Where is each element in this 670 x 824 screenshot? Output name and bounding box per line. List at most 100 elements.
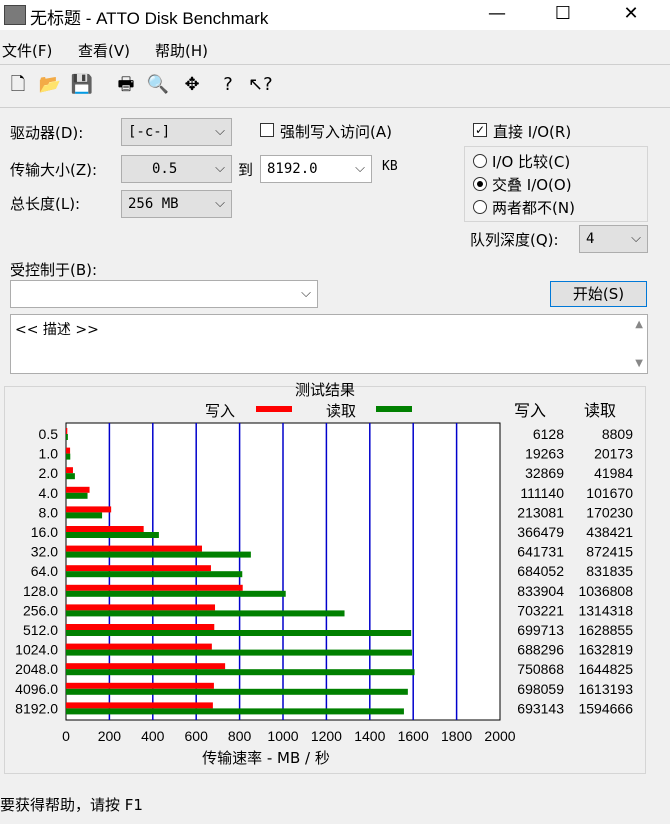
menu-view[interactable]: 查看(V) — [78, 40, 130, 61]
move-icon[interactable]: ✥ — [180, 72, 204, 98]
open-folder-icon[interactable]: 📂 — [38, 72, 62, 98]
print-preview-icon[interactable]: 🔍 — [146, 72, 170, 98]
bar-read — [66, 590, 286, 597]
transfer-to-select[interactable]: 8192.0 ⌵ — [260, 155, 372, 183]
maximize-button[interactable]: ☐ — [540, 0, 586, 30]
bar-read — [66, 473, 75, 480]
description-box[interactable]: << 描述 >> ▲ ▼ — [10, 314, 648, 374]
read-value: 20173 — [594, 446, 633, 462]
chevron-down-icon: ⌵ — [215, 124, 225, 139]
save-icon[interactable]: 💾 — [70, 72, 94, 98]
new-file-icon[interactable]: 🗋 — [6, 72, 30, 98]
controlled-by-select[interactable]: ⌵ — [10, 280, 318, 308]
x-tick-label: 200 — [98, 728, 122, 744]
bar-write — [66, 643, 212, 650]
y-tick-label: 4.0 — [39, 485, 59, 501]
x-tick-label: 800 — [228, 728, 252, 744]
drive-value: [-c-] — [128, 124, 171, 140]
legend-write-swatch — [256, 406, 292, 412]
minimize-button[interactable]: — — [474, 0, 520, 30]
queue-depth-select[interactable]: 4 ⌵ — [579, 225, 648, 253]
total-length-select[interactable]: 256 MB ⌵ — [121, 190, 232, 218]
x-tick-label: 600 — [185, 728, 209, 744]
y-tick-label: 32.0 — [31, 544, 58, 560]
close-button[interactable]: ✕ — [608, 0, 654, 30]
y-tick-label: 2.0 — [39, 465, 59, 481]
toolbar — [0, 64, 670, 108]
direct-io-checkbox[interactable]: ✓ — [473, 123, 487, 137]
chevron-down-icon: ⌵ — [215, 161, 225, 176]
queue-depth-value: 4 — [586, 231, 595, 247]
io-compare-radio[interactable] — [473, 154, 487, 168]
bar-write — [66, 604, 216, 611]
to-label: 到 — [238, 161, 254, 179]
read-value: 1594666 — [578, 700, 633, 716]
bar-read — [66, 492, 88, 499]
drive-select[interactable]: [-c-] ⌵ — [121, 118, 232, 146]
transfer-from-select[interactable]: 0.5 ⌵ — [121, 155, 232, 183]
y-tick-label: 16.0 — [31, 524, 58, 540]
x-tick-label: 1800 — [441, 728, 472, 744]
write-value: 703221 — [517, 602, 564, 618]
bar-read — [66, 630, 412, 636]
write-value: 688296 — [517, 642, 564, 658]
neither-label: 两者都不(N) — [492, 199, 575, 217]
read-value: 1632819 — [578, 642, 633, 658]
bar-read — [66, 512, 103, 519]
menu-file[interactable]: 文件(F) — [2, 40, 52, 61]
bar-read — [66, 649, 413, 656]
y-tick-label: 1.0 — [39, 446, 59, 462]
bar-write — [66, 565, 211, 572]
menu-help[interactable]: 帮助(H) — [155, 40, 208, 61]
legend-read-label: 读取 — [326, 402, 356, 420]
write-value: 32869 — [525, 465, 564, 481]
x-axis-label: 传输速率 - MB / 秒 — [202, 749, 330, 767]
bar-write — [66, 506, 112, 513]
write-value: 641731 — [517, 544, 564, 560]
chevron-down-icon: ⌵ — [215, 196, 225, 211]
bar-write — [66, 467, 73, 474]
y-tick-label: 512.0 — [23, 622, 58, 638]
status-bar: 要获得帮助，请按 F1 — [0, 790, 640, 816]
force-write-checkbox[interactable] — [260, 123, 274, 137]
read-value: 872415 — [586, 544, 633, 560]
context-help-icon[interactable]: ↖? — [248, 72, 273, 98]
y-tick-label: 4096.0 — [15, 681, 58, 697]
help-icon[interactable]: ? — [216, 72, 240, 98]
x-tick-label: 400 — [141, 728, 165, 744]
read-value: 831835 — [586, 563, 633, 579]
transfer-to-value: 8192.0 — [267, 161, 318, 177]
chevron-down-icon: ⌵ — [631, 231, 641, 246]
neither-radio[interactable] — [473, 200, 487, 214]
y-tick-label: 8.0 — [39, 504, 59, 520]
read-value: 1644825 — [578, 661, 633, 677]
x-tick-label: 2000 — [484, 728, 515, 744]
bar-write — [66, 682, 214, 689]
x-tick-label: 1200 — [311, 728, 342, 744]
bar-write — [66, 702, 213, 709]
overlap-io-radio[interactable] — [473, 177, 487, 191]
transfer-from-value: 0.5 — [152, 161, 178, 177]
read-value: 1628855 — [578, 622, 633, 638]
bar-read — [66, 434, 68, 440]
bar-write — [66, 526, 144, 532]
x-tick-label: 0 — [62, 728, 70, 744]
chevron-down-icon: ⌵ — [355, 161, 365, 176]
read-value: 41984 — [594, 465, 633, 481]
results-chart: 测试结果 写入 读取 写入 读取 0 200 400 600 800 1000 1200 14… — [15, 381, 633, 767]
scroll-up-icon[interactable]: ▲ — [635, 319, 643, 330]
write-value: 833904 — [517, 583, 564, 599]
y-tick-label: 256.0 — [23, 602, 58, 618]
read-value: 170230 — [586, 504, 633, 520]
start-button[interactable]: 开始(S) — [550, 281, 647, 307]
read-value: 8809 — [602, 426, 633, 442]
chevron-down-icon: ⌵ — [301, 286, 311, 301]
force-write-label: 强制写入访问(A) — [280, 123, 392, 141]
legend-read-swatch — [376, 406, 412, 412]
print-icon[interactable]: 🖶 — [114, 72, 138, 98]
kb-label: KB — [382, 159, 398, 174]
read-value: 1613193 — [578, 681, 633, 697]
scroll-down-icon[interactable]: ▼ — [635, 358, 643, 369]
description-text: << 描述 >> — [15, 322, 99, 338]
bar-write — [66, 545, 202, 552]
